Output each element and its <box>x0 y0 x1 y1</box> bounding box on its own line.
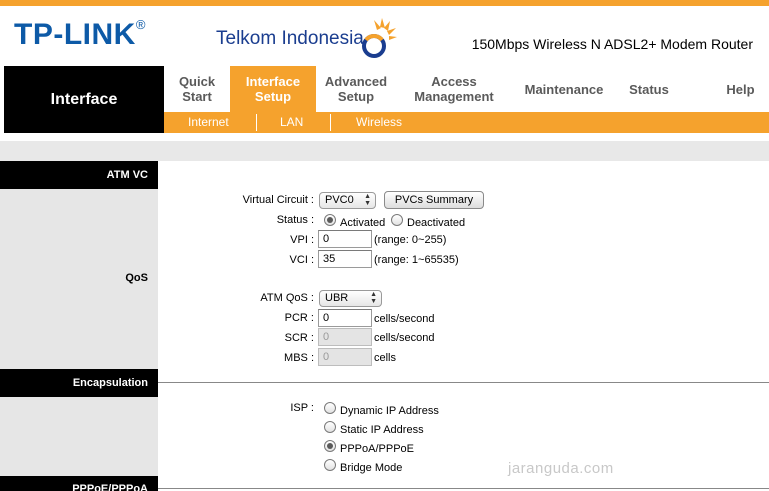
mbs-label: MBS : <box>284 352 314 364</box>
section-divider <box>158 488 769 489</box>
section-divider <box>158 382 769 383</box>
subnav-divider <box>256 114 257 131</box>
nav-section-label: Interface <box>4 66 164 133</box>
virtual-circuit-label: Virtual Circuit : <box>242 194 314 206</box>
left-label-column <box>0 161 158 491</box>
vpi-input[interactable]: 0 <box>318 230 372 248</box>
atm-qos-select[interactable]: UBR ▲ ▼ <box>319 290 382 307</box>
atm-qos-label: ATM QoS : <box>260 292 314 304</box>
telkom-logo-icon <box>362 18 397 58</box>
scr-input[interactable]: 0 <box>318 328 372 346</box>
section-encapsulation: Encapsulation <box>0 369 158 397</box>
isp-label: ISP : <box>290 402 314 414</box>
nav-quick-start[interactable]: Quick Start <box>164 66 230 112</box>
mbs-unit: cells <box>374 352 397 364</box>
subnav-divider <box>330 114 331 131</box>
vpi-label: VPI : <box>290 234 314 246</box>
pvcs-summary-button[interactable]: PVCs Summary <box>384 191 484 209</box>
pcr-input[interactable]: 0 <box>318 309 372 327</box>
subnav-wireless[interactable]: Wireless <box>356 112 402 133</box>
section-pppoe: PPPoE/PPPoA <box>0 476 158 491</box>
isp-dynamic-ip-radio[interactable] <box>324 402 336 414</box>
nav-access-management[interactable]: Access Management <box>396 66 512 112</box>
spinner-arrows-icon: ▲ ▼ <box>364 193 371 207</box>
main-nav: Quick Start Interface Setup Advanced Setup … <box>164 66 769 112</box>
sub-nav: Internet LAN Wireless <box>164 112 769 133</box>
model-name: 150Mbps Wireless N ADSL2+ Modem Router <box>471 36 753 52</box>
router-admin-page: TP-LINK® Telkom Indonesia 150Mbps Wirele… <box>0 0 769 491</box>
nav-maintenance[interactable]: Maintenance <box>512 66 616 112</box>
header: TP-LINK® Telkom Indonesia 150Mbps Wirele… <box>0 6 769 58</box>
vci-range: (range: 1~65535) <box>374 254 459 266</box>
section-atm-vc: ATM VC <box>0 161 158 189</box>
pcr-label: PCR : <box>284 312 314 324</box>
vpi-range: (range: 0~255) <box>374 234 447 246</box>
status-activated-label: Activated <box>340 217 386 229</box>
vci-input[interactable]: 35 <box>318 250 372 268</box>
subnav-lan[interactable]: LAN <box>280 112 303 133</box>
virtual-circuit-select[interactable]: PVC0 ▲ ▼ <box>319 192 376 209</box>
scr-unit: cells/second <box>374 332 435 344</box>
status-deactivated-radio[interactable] <box>391 214 403 226</box>
nav-status[interactable]: Status <box>616 66 682 112</box>
pcr-unit: cells/second <box>374 313 435 325</box>
telkom-logo-text: Telkom Indonesia <box>216 28 364 49</box>
isp-bridge-mode-label: Bridge Mode <box>340 462 403 474</box>
scr-label: SCR : <box>284 332 314 344</box>
nav-help[interactable]: Help <box>712 66 769 112</box>
vci-label: VCI : <box>289 254 314 266</box>
section-qos-label: QoS <box>125 272 148 284</box>
mbs-input[interactable]: 0 <box>318 348 372 366</box>
isp-static-ip-label: Static IP Address <box>340 424 424 436</box>
nav-interface-setup[interactable]: Interface Setup <box>230 66 316 112</box>
isp-static-ip-radio[interactable] <box>324 421 336 433</box>
status-activated-radio[interactable] <box>324 214 336 226</box>
isp-bridge-mode-radio[interactable] <box>324 459 336 471</box>
isp-pppoa-pppoe-radio[interactable] <box>324 440 336 452</box>
watermark: jaranguda.com <box>508 460 614 477</box>
isp-dynamic-ip-label: Dynamic IP Address <box>340 405 439 417</box>
subnav-internet[interactable]: Internet <box>188 112 229 133</box>
status-deactivated-label: Deactivated <box>407 217 466 229</box>
status-label: Status : <box>276 214 314 226</box>
content-top-band <box>0 141 769 161</box>
nav-advanced-setup[interactable]: Advanced Setup <box>316 66 396 112</box>
isp-pppoa-pppoe-label: PPPoA/PPPoE <box>340 443 414 455</box>
spinner-arrows-icon: ▲ ▼ <box>370 291 377 305</box>
tplink-logo: TP-LINK® <box>14 17 146 51</box>
